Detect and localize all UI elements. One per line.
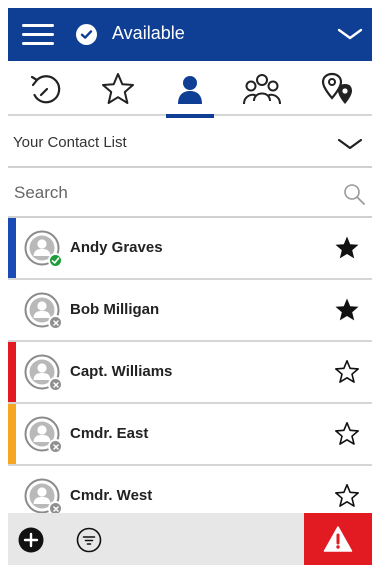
contact-row[interactable]: Capt. Williams xyxy=(8,342,372,404)
priority-stripe xyxy=(8,342,16,402)
tab-recent[interactable] xyxy=(14,61,78,116)
contact-name: Cmdr. West xyxy=(70,487,153,504)
contact-row[interactable]: Bob Milligan xyxy=(8,280,372,342)
offline-status-icon xyxy=(48,377,63,392)
contact-list: Andy Graves Bob Milligan Capt. Williams Cmd… xyxy=(8,218,372,528)
tab-locations[interactable] xyxy=(306,61,370,116)
group-icon xyxy=(243,73,281,104)
contact-name: Cmdr. East xyxy=(70,425,149,442)
contact-list-label: Your Contact List xyxy=(13,134,127,151)
star-outline-icon[interactable] xyxy=(334,359,360,385)
contact-name: Bob Milligan xyxy=(70,301,160,318)
tab-bar xyxy=(8,61,372,118)
emergency-alert-button[interactable] xyxy=(304,513,372,565)
app-frame: Available Your Contact List Search Andy … xyxy=(8,8,372,565)
map-pins-icon xyxy=(321,72,352,104)
star-outline-icon[interactable] xyxy=(334,421,360,447)
search-icon[interactable] xyxy=(342,182,366,206)
presence-status-label[interactable]: Available xyxy=(112,23,185,44)
contact-name: Capt. Williams xyxy=(70,363,173,380)
hamburger-menu-icon[interactable] xyxy=(22,24,54,46)
history-icon xyxy=(30,74,61,103)
contact-row[interactable]: Cmdr. East xyxy=(8,404,372,466)
star-outline-icon[interactable] xyxy=(334,483,360,509)
priority-stripe xyxy=(8,218,16,278)
star-outline-icon xyxy=(102,72,134,104)
plus-circle-icon[interactable] xyxy=(18,527,44,553)
warning-triangle-icon xyxy=(323,526,353,552)
search-input[interactable] xyxy=(14,178,334,208)
check-circle-icon xyxy=(76,24,97,45)
tab-favorites[interactable] xyxy=(86,61,150,116)
tab-groups[interactable] xyxy=(230,61,294,116)
person-icon xyxy=(178,75,202,104)
bottom-toolbar xyxy=(8,513,372,565)
contact-row[interactable]: Andy Graves xyxy=(8,218,372,280)
tab-contacts[interactable] xyxy=(158,61,222,118)
priority-stripe xyxy=(8,404,16,464)
online-status-icon xyxy=(48,253,63,268)
chevron-down-icon[interactable] xyxy=(336,26,364,42)
search-bar xyxy=(8,168,372,218)
offline-status-icon xyxy=(48,315,63,330)
contact-name: Andy Graves xyxy=(70,239,163,256)
star-filled-icon[interactable] xyxy=(334,297,360,323)
offline-status-icon xyxy=(48,439,63,454)
chevron-down-icon xyxy=(336,137,364,151)
contact-list-selector[interactable]: Your Contact List xyxy=(8,118,372,168)
filter-icon[interactable] xyxy=(76,527,102,553)
app-header: Available xyxy=(8,8,372,61)
star-filled-icon[interactable] xyxy=(334,235,360,261)
